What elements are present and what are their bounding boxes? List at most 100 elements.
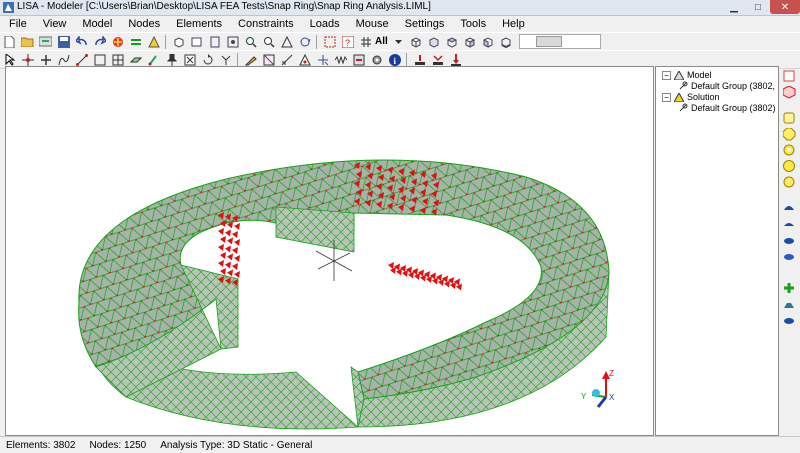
constraint-arrow <box>227 253 233 261</box>
cube-view-icon[interactable] <box>410 35 423 48</box>
spring-icon[interactable] <box>334 53 347 66</box>
maximize-button[interactable]: □ <box>746 0 770 14</box>
octagon-yellow-icon[interactable] <box>783 128 796 141</box>
redo-icon[interactable] <box>93 35 106 48</box>
disk-yellow-icon[interactable] <box>783 160 796 173</box>
tree-solution-node[interactable]: − Solution <box>662 92 720 102</box>
pin-icon[interactable] <box>165 53 178 66</box>
force-icon[interactable] <box>449 53 462 66</box>
sphere-yellow-icon[interactable] <box>783 176 796 189</box>
undo-icon[interactable] <box>75 35 88 48</box>
menu-file[interactable]: File <box>0 16 34 32</box>
delete-element-icon[interactable] <box>183 53 196 66</box>
measure-icon[interactable] <box>280 53 293 66</box>
open-folder-icon[interactable] <box>21 35 34 48</box>
minimize-button[interactable]: ▁ <box>722 0 746 14</box>
dropdown-arrow-icon[interactable] <box>392 35 405 48</box>
green-plus-icon[interactable] <box>783 282 796 295</box>
extrude-icon[interactable] <box>129 53 142 66</box>
group-icon <box>679 81 688 90</box>
menu-elements[interactable]: Elements <box>167 16 229 32</box>
cube-top-icon[interactable] <box>446 35 459 48</box>
cube-right-icon[interactable] <box>464 35 477 48</box>
slider-thumb[interactable] <box>535 36 562 47</box>
hexagon-red-icon[interactable] <box>783 86 796 99</box>
close-button[interactable]: ✕ <box>770 0 800 14</box>
brush-icon[interactable] <box>147 53 160 66</box>
blue-shape-icon[interactable] <box>783 202 796 215</box>
menu-constraints[interactable]: Constraints <box>229 16 301 32</box>
status-nodes: Nodes: 1250 <box>89 439 147 451</box>
solve-icon[interactable] <box>111 35 124 48</box>
merge-icon[interactable] <box>219 53 232 66</box>
circle-yellow-icon[interactable] <box>783 144 796 157</box>
blue-shape-icon[interactable] <box>783 314 796 327</box>
collapse-icon[interactable]: − <box>662 92 671 102</box>
model-viewport[interactable]: Z Y X <box>5 66 654 436</box>
menu-tools[interactable]: Tools <box>451 16 493 32</box>
warning-triangle-icon[interactable] <box>147 35 160 48</box>
square-yellow-icon[interactable] <box>783 112 796 125</box>
view-front-icon[interactable] <box>190 35 203 48</box>
square-red-icon[interactable] <box>783 70 796 83</box>
import-icon[interactable] <box>39 35 52 48</box>
quad-element-icon[interactable] <box>93 53 106 66</box>
new-file-icon[interactable] <box>3 35 16 48</box>
pencil-icon[interactable] <box>244 53 257 66</box>
help-icon[interactable]: ? <box>341 35 354 48</box>
rotate-icon[interactable] <box>298 35 311 48</box>
main-toolbar: ? All <box>0 32 800 51</box>
menu-help[interactable]: Help <box>493 16 532 32</box>
menu-loads[interactable]: Loads <box>301 16 347 32</box>
mesh-canvas[interactable]: Z Y X <box>6 67 653 435</box>
constraint-arrow <box>220 252 226 259</box>
tree-model-node[interactable]: − Model <box>662 70 712 80</box>
tree-model-group[interactable]: Default Group (3802, Dark <box>678 81 778 91</box>
displacement-icon[interactable] <box>431 53 444 66</box>
zoom-icon[interactable] <box>244 35 257 48</box>
view-iso-icon[interactable] <box>172 35 185 48</box>
node-number-icon[interactable] <box>280 35 293 48</box>
zoom-window-icon[interactable] <box>262 35 275 48</box>
display-mode-icon[interactable] <box>359 35 372 48</box>
menu-mouse[interactable]: Mouse <box>347 16 396 32</box>
collapse-icon[interactable]: − <box>662 70 671 80</box>
gear-icon[interactable] <box>370 53 383 66</box>
constraint-arrow <box>218 260 224 267</box>
blue-shape-icon[interactable] <box>783 218 796 231</box>
teal-shape-icon[interactable] <box>783 298 796 311</box>
zoom-fit-icon[interactable] <box>226 35 239 48</box>
blue-shape-icon[interactable] <box>783 234 796 247</box>
toolbar-separator <box>406 52 407 67</box>
curve-icon[interactable] <box>57 53 70 66</box>
cube-front-icon[interactable] <box>428 35 441 48</box>
pointer-icon[interactable] <box>3 53 16 66</box>
orient-icon[interactable] <box>298 53 311 66</box>
view-slider[interactable] <box>518 34 601 49</box>
title-bar: LISA - Modeler [C:\Users\Brian\Desktop\L… <box>0 0 800 16</box>
refine-mesh-icon[interactable] <box>262 53 275 66</box>
fixed-support-icon[interactable] <box>413 53 426 66</box>
coordinate-icon[interactable] <box>316 53 329 66</box>
menu-nodes[interactable]: Nodes <box>119 16 167 32</box>
tree-solution-group[interactable]: Default Group (3802) <box>678 103 776 113</box>
menu-settings[interactable]: Settings <box>396 16 452 32</box>
contact-icon[interactable] <box>352 53 365 66</box>
blue-shape-icon[interactable] <box>783 250 796 263</box>
add-node-icon[interactable] <box>39 53 52 66</box>
node-select-icon[interactable] <box>21 53 34 66</box>
menu-view[interactable]: View <box>34 16 74 32</box>
cube-left-icon[interactable] <box>482 35 495 48</box>
view-side-icon[interactable] <box>208 35 221 48</box>
mesh-icon[interactable] <box>111 53 124 66</box>
reload-icon[interactable] <box>201 53 214 66</box>
select-all-label[interactable]: All <box>375 36 388 47</box>
line-element-icon[interactable] <box>75 53 88 66</box>
menu-model[interactable]: Model <box>73 16 119 32</box>
select-box-icon[interactable] <box>323 35 336 48</box>
save-icon[interactable] <box>57 35 70 48</box>
status-elements: Elements: 3802 <box>6 439 76 451</box>
cube-bottom-icon[interactable] <box>500 35 513 48</box>
info-icon[interactable]: i <box>388 53 401 66</box>
equals-icon[interactable] <box>129 35 142 48</box>
